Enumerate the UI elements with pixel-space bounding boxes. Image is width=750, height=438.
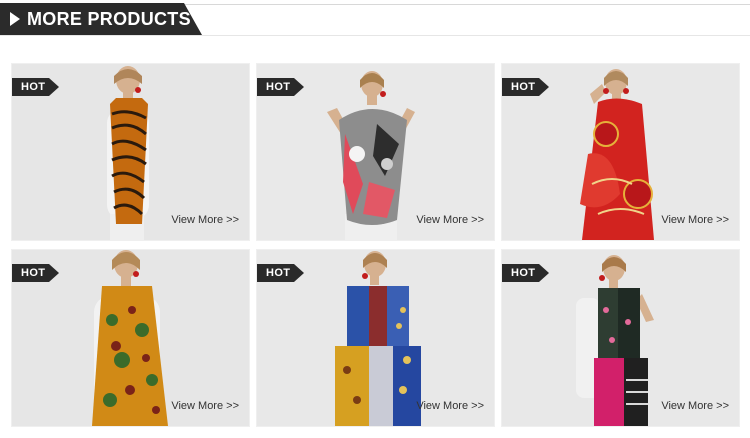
hot-badge: HOT xyxy=(502,78,549,96)
section-header: MORE PRODUCTS xyxy=(0,0,750,40)
hot-badge: HOT xyxy=(502,264,549,282)
view-more-link[interactable]: View More >> xyxy=(416,400,484,412)
hot-badge: HOT xyxy=(257,264,304,282)
hot-badge: HOT xyxy=(257,78,304,96)
view-more-link[interactable]: View More >> xyxy=(171,400,239,412)
product-card-2[interactable]: HOT View More >> xyxy=(257,64,494,240)
product-card-6[interactable]: HOT View More >> xyxy=(502,250,739,426)
view-more-link[interactable]: View More >> xyxy=(171,214,239,226)
hot-badge: HOT xyxy=(12,78,59,96)
view-more-link[interactable]: View More >> xyxy=(416,214,484,226)
product-card-1[interactable]: HOT View More >> xyxy=(12,64,249,240)
header-bottom-rule xyxy=(0,35,750,36)
hot-badge: HOT xyxy=(12,264,59,282)
product-card-3[interactable]: HOT View More >> xyxy=(502,64,739,240)
header-top-rule xyxy=(180,4,750,5)
product-card-4[interactable]: HOT View More >> xyxy=(12,250,249,426)
section-title: MORE PRODUCTS xyxy=(27,9,191,29)
product-card-5[interactable]: HOT View More >> xyxy=(257,250,494,426)
view-more-link[interactable]: View More >> xyxy=(661,214,729,226)
play-arrow-icon xyxy=(10,12,20,26)
view-more-link[interactable]: View More >> xyxy=(661,400,729,412)
